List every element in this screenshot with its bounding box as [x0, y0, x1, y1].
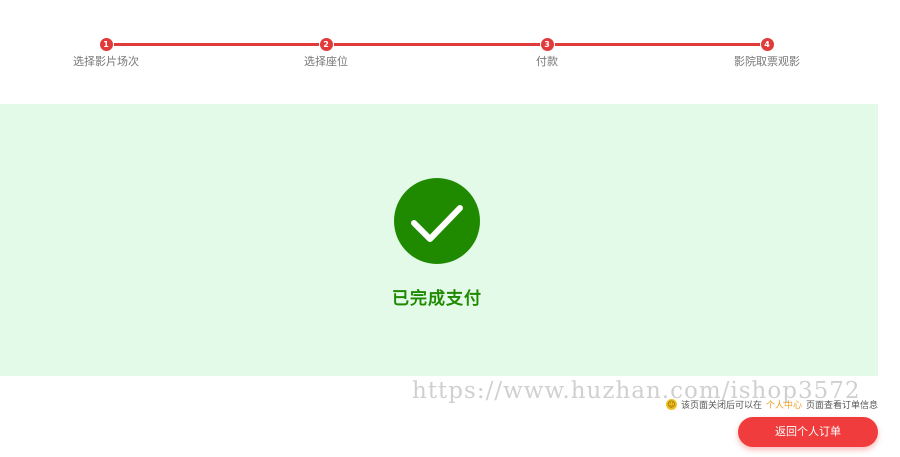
- notice-line: ☺ 该页面关闭后可以在 个人中心 页面查看订单信息: [665, 398, 878, 411]
- success-panel: 已完成支付: [0, 104, 878, 376]
- step-payment: 3 付款: [487, 38, 607, 69]
- payment-complete-page: 1 选择影片场次 2 选择座位 3 付款 4 影院取票观影 已完成支付 http…: [0, 0, 900, 457]
- notice-link-personal-center[interactable]: 个人中心: [766, 398, 802, 411]
- progress-steps: 1 选择影片场次 2 选择座位 3 付款 4 影院取票观影: [0, 0, 900, 100]
- step-number: 3: [540, 38, 554, 51]
- step-number: 4: [760, 38, 774, 51]
- step-number: 2: [319, 38, 333, 51]
- step-label: 影院取票观影: [734, 55, 800, 68]
- notice-text-after: 页面查看订单信息: [805, 401, 878, 411]
- step-pickup-ticket: 4 影院取票观影: [707, 38, 827, 69]
- success-message: 已完成支付: [392, 289, 482, 309]
- progress-line: [106, 43, 767, 46]
- return-orders-button[interactable]: 返回个人订单: [738, 417, 878, 447]
- step-label: 付款: [536, 55, 558, 68]
- check-circle-icon: [394, 178, 480, 264]
- step-label: 选择影片场次: [73, 55, 139, 68]
- step-select-showtime: 1 选择影片场次: [46, 38, 166, 69]
- smile-icon: ☺: [665, 399, 677, 410]
- step-number: 1: [99, 38, 113, 51]
- notice-text-before: 该页面关闭后可以在: [680, 401, 762, 411]
- checkmark-icon: [411, 205, 463, 242]
- step-label: 选择座位: [304, 55, 348, 68]
- step-select-seat: 2 选择座位: [266, 38, 386, 69]
